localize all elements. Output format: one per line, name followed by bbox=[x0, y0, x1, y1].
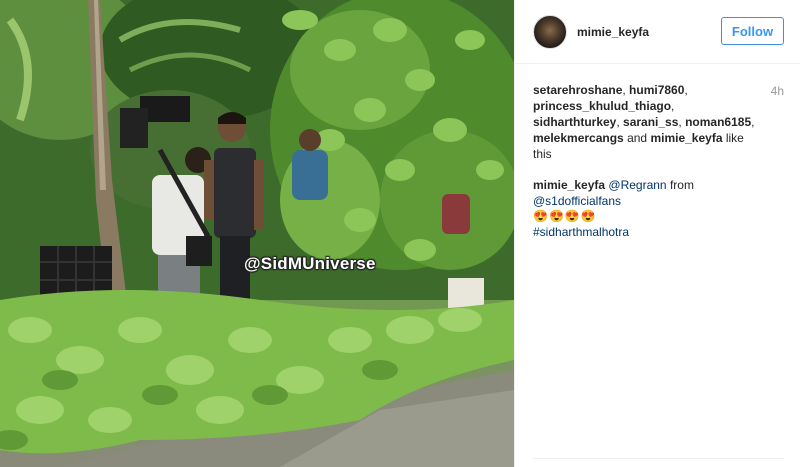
photo-scene bbox=[0, 0, 514, 467]
avatar[interactable] bbox=[533, 14, 567, 49]
caption-from-text: from bbox=[669, 178, 694, 192]
mention-regrann-link[interactable]: @Regrann bbox=[608, 178, 666, 192]
caption-emojis: 😍😍😍😍 bbox=[533, 209, 597, 223]
post-timestamp[interactable]: 4h bbox=[771, 84, 784, 98]
like-user[interactable]: setarehroshane bbox=[533, 83, 622, 97]
like-user[interactable]: melekmercangs bbox=[533, 131, 624, 145]
like-user[interactable]: noman6185 bbox=[685, 115, 751, 129]
like-user[interactable]: sidharthturkey bbox=[533, 115, 616, 129]
post-photo[interactable]: @SidMUniverse bbox=[0, 0, 514, 467]
likes-list: setarehroshane, humi7860, princess_khulu… bbox=[533, 83, 755, 161]
mention-source-link[interactable]: @s1dofficialfans bbox=[533, 194, 621, 208]
header-username[interactable]: mimie_keyfa bbox=[577, 25, 649, 39]
caption-username[interactable]: mimie_keyfa bbox=[533, 178, 605, 192]
follow-button[interactable]: Follow bbox=[721, 17, 784, 45]
like-user[interactable]: humi7860 bbox=[629, 83, 684, 97]
divider bbox=[533, 458, 784, 459]
post-header: mimie_keyfa Follow bbox=[515, 0, 800, 64]
post-body: setarehroshane, humi7860, princess_khulu… bbox=[515, 64, 800, 240]
caption: mimie_keyfa @Regrann from @s1dofficialfa… bbox=[533, 178, 782, 240]
photo-watermark: @SidMUniverse bbox=[244, 254, 376, 273]
likes-and-text: and bbox=[627, 131, 648, 145]
like-user[interactable]: sarani_ss bbox=[623, 115, 678, 129]
hashtag-link[interactable]: #sidharthmalhotra bbox=[533, 225, 629, 239]
post-details-panel: mimie_keyfa Follow setarehroshane, humi7… bbox=[514, 0, 800, 467]
like-user[interactable]: princess_khulud_thiago bbox=[533, 99, 671, 113]
like-user[interactable]: mimie_keyfa bbox=[650, 131, 722, 145]
